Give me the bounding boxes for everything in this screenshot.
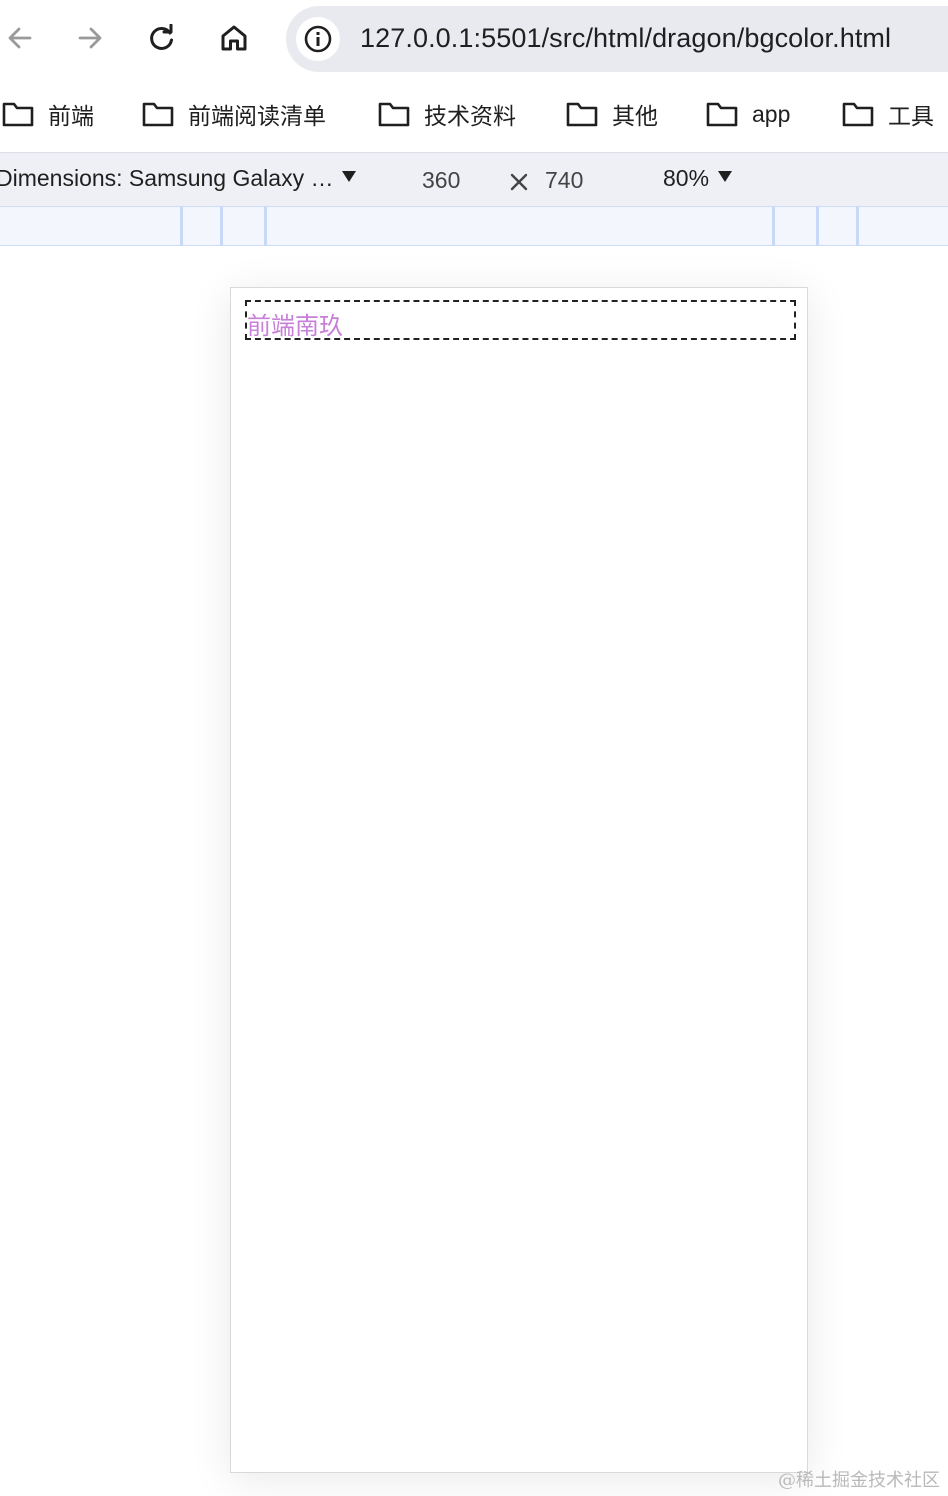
media-query-ruler xyxy=(0,206,948,246)
caret-down-icon xyxy=(718,171,733,182)
bookmark-label: 工具 xyxy=(888,103,934,129)
bookmark-other[interactable]: 其他 xyxy=(566,96,658,132)
url-text[interactable]: 127.0.0.1:5501/src/html/dragon/bgcolor.h… xyxy=(360,23,891,54)
emulation-area: 前端南玖 @稀土掘金技术社区 xyxy=(0,247,948,1496)
media-query-segment[interactable] xyxy=(775,207,819,245)
browser-navbar: 127.0.0.1:5501/src/html/dragon/bgcolor.h… xyxy=(0,0,948,78)
folder-icon xyxy=(566,102,598,127)
caret-down-icon xyxy=(342,171,357,182)
bookmark-label: 技术资料 xyxy=(424,103,516,129)
home-button[interactable] xyxy=(214,18,254,58)
page-text: 前端南玖 xyxy=(247,313,343,340)
zoom-dropdown[interactable]: 80% xyxy=(663,165,733,192)
folder-icon xyxy=(842,102,874,127)
forward-button[interactable] xyxy=(70,18,110,58)
watermark: @稀土掘金技术社区 xyxy=(778,1470,940,1491)
device-viewport[interactable]: 前端南玖 xyxy=(230,287,808,1473)
back-button[interactable] xyxy=(0,18,40,58)
bookmark-label: 前端 xyxy=(48,103,94,129)
media-query-segment[interactable] xyxy=(267,207,775,245)
media-query-segment[interactable] xyxy=(819,207,859,245)
bookmark-tech-docs[interactable]: 技术资料 xyxy=(378,96,516,132)
bookmark-tools[interactable]: 工具 xyxy=(842,96,934,132)
dimensions-dropdown[interactable]: Dimensions: Samsung Galaxy … xyxy=(0,165,357,192)
dashed-box: 前端南玖 xyxy=(245,300,796,340)
device-toolbar: Dimensions: Samsung Galaxy … 360 740 80% xyxy=(0,152,948,206)
site-info-button[interactable] xyxy=(296,17,340,61)
bookmark-label: 其他 xyxy=(612,103,658,129)
bookmark-label: 前端阅读清单 xyxy=(188,103,326,129)
folder-icon xyxy=(706,102,738,127)
media-query-segment[interactable] xyxy=(223,207,267,245)
media-query-segment[interactable] xyxy=(183,207,223,245)
zoom-label: 80% xyxy=(663,165,710,191)
bookmark-qianduan[interactable]: 前端 xyxy=(2,96,94,132)
bookmark-reading-list[interactable]: 前端阅读清单 xyxy=(142,96,326,132)
bookmark-label: app xyxy=(752,100,791,127)
reload-button[interactable] xyxy=(142,18,182,58)
bookmarks-bar: 前端 前端阅读清单 技术资料 其他 app 工具 xyxy=(0,78,948,152)
address-bar[interactable]: 127.0.0.1:5501/src/html/dragon/bgcolor.h… xyxy=(286,6,948,72)
folder-icon xyxy=(142,102,174,127)
info-icon xyxy=(304,25,332,53)
reload-icon xyxy=(150,24,173,50)
folder-icon xyxy=(2,102,34,127)
arrow-right-icon xyxy=(78,27,102,49)
arrow-left-icon xyxy=(8,27,32,49)
dimensions-label: Dimensions: Samsung Galaxy … xyxy=(0,165,334,191)
folder-icon xyxy=(378,102,410,127)
width-input[interactable]: 360 xyxy=(422,167,460,194)
home-icon xyxy=(221,25,247,51)
media-query-segment[interactable] xyxy=(0,207,183,245)
times-icon xyxy=(510,173,528,191)
bookmark-app[interactable]: app xyxy=(706,96,790,132)
height-input[interactable]: 740 xyxy=(545,167,583,194)
